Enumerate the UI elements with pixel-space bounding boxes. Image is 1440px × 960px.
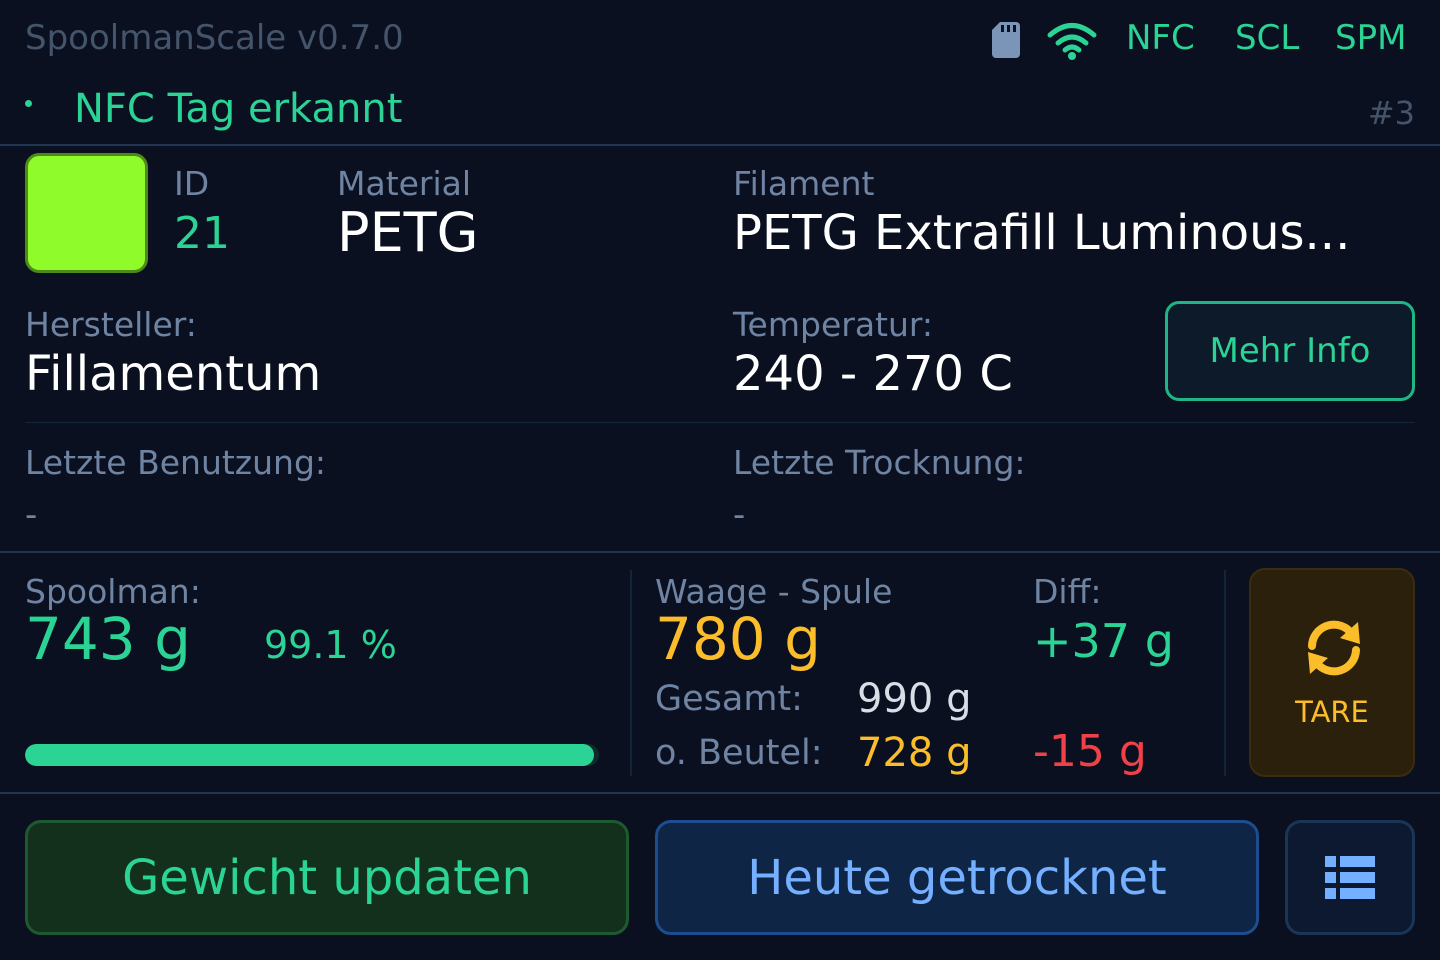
status-dot-icon bbox=[25, 100, 32, 107]
remaining-progress-fill bbox=[25, 744, 594, 766]
divider bbox=[0, 551, 1440, 553]
wifi-icon bbox=[1047, 23, 1097, 60]
no-bag-value: 728 g bbox=[857, 730, 972, 776]
no-bag-label: o. Beutel: bbox=[655, 733, 823, 773]
id-label: ID bbox=[174, 164, 210, 203]
refresh-icon bbox=[1308, 620, 1360, 676]
last-used-value: - bbox=[25, 495, 38, 535]
temperature-label: Temperatur: bbox=[733, 305, 933, 344]
vendor-value: Fillamentum bbox=[25, 346, 322, 402]
scale-status: SCL bbox=[1235, 18, 1300, 58]
last-dried-label: Letzte Trocknung: bbox=[733, 443, 1026, 482]
material-value: PETG bbox=[337, 201, 479, 264]
spoolman-scale-screen: SpoolmanScale v0.7.0 NFC SCL SPM NFC Tag… bbox=[0, 0, 1440, 960]
filament-label: Filament bbox=[733, 164, 875, 203]
tag-number: #3 bbox=[1367, 94, 1415, 132]
app-title: SpoolmanScale v0.7.0 bbox=[25, 18, 404, 58]
id-value: 21 bbox=[174, 208, 230, 259]
nfc-message: NFC Tag erkannt bbox=[74, 86, 403, 132]
total-value: 990 g bbox=[857, 676, 972, 722]
spoolman-weight: 743 g bbox=[25, 605, 191, 673]
temperature-value: 240 - 270 C bbox=[733, 346, 1013, 402]
nfc-status: NFC bbox=[1126, 18, 1195, 58]
spool-color-swatch bbox=[25, 153, 148, 273]
last-used-label: Letzte Benutzung: bbox=[25, 443, 327, 482]
tare-button[interactable]: TARE bbox=[1249, 568, 1415, 777]
divider bbox=[1224, 570, 1226, 776]
no-bag-diff: -15 g bbox=[1033, 726, 1147, 777]
material-label: Material bbox=[337, 164, 472, 203]
list-icon bbox=[1325, 855, 1375, 899]
scale-weight: 780 g bbox=[655, 605, 821, 673]
diff-value: +37 g bbox=[1033, 614, 1174, 668]
divider bbox=[0, 144, 1440, 146]
menu-button[interactable] bbox=[1285, 820, 1415, 935]
sd-card-icon bbox=[992, 22, 1020, 58]
divider bbox=[0, 792, 1440, 794]
more-info-button[interactable]: Mehr Info bbox=[1165, 301, 1415, 401]
total-label: Gesamt: bbox=[655, 679, 803, 719]
divider bbox=[25, 422, 1415, 423]
divider bbox=[630, 570, 632, 776]
spoolman-percent: 99.1 % bbox=[264, 623, 397, 667]
diff-label: Diff: bbox=[1033, 572, 1102, 611]
dried-today-button[interactable]: Heute getrocknet bbox=[655, 820, 1259, 935]
filament-value: PETG Extrafill Luminous... bbox=[733, 205, 1351, 261]
vendor-label: Hersteller: bbox=[25, 305, 197, 344]
tare-label: TARE bbox=[1295, 695, 1369, 729]
last-dried-value: - bbox=[733, 495, 746, 535]
update-weight-button[interactable]: Gewicht updaten bbox=[25, 820, 629, 935]
spoolman-status: SPM bbox=[1335, 18, 1407, 58]
remaining-progress-bar bbox=[25, 744, 599, 766]
